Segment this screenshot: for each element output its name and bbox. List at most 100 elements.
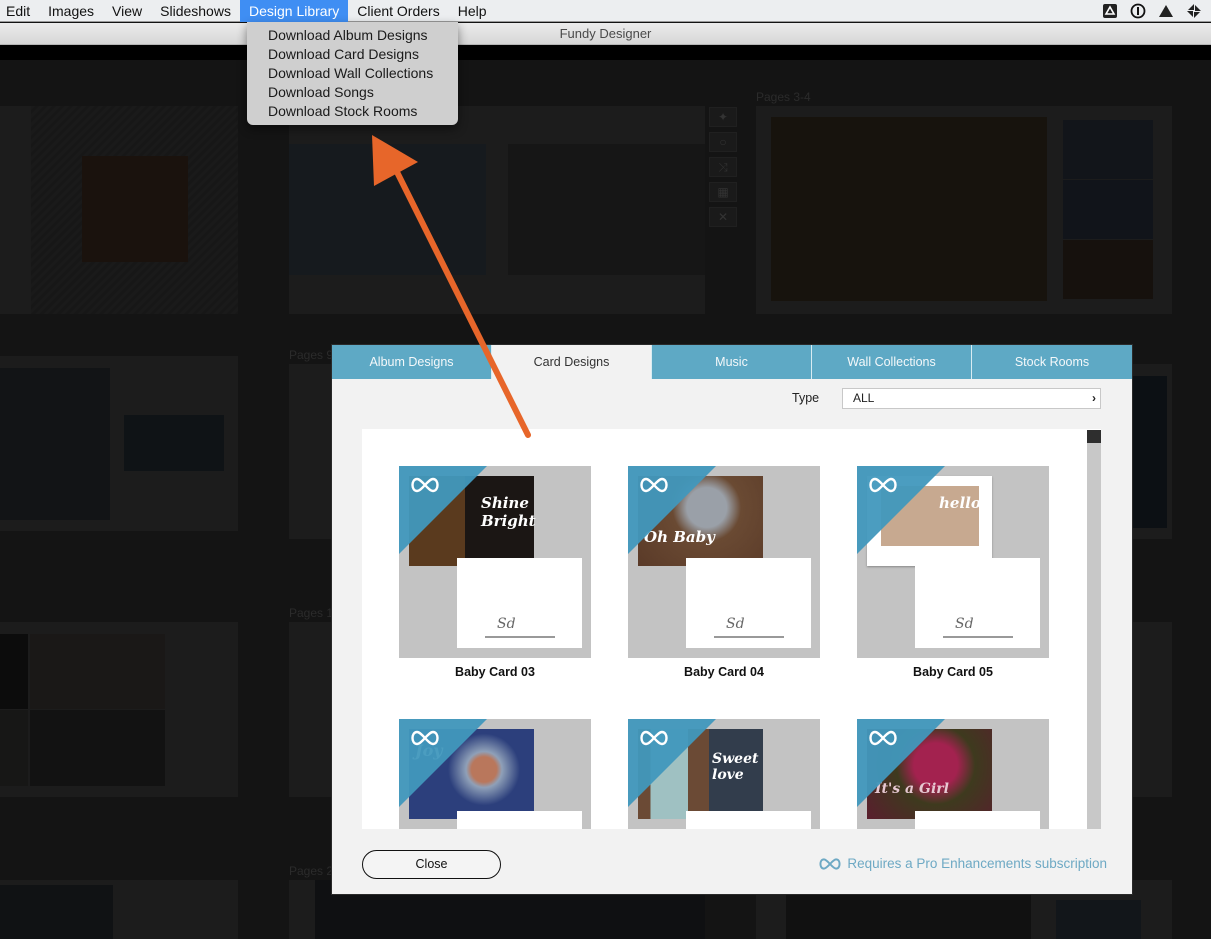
card-name: Baby Card 03	[455, 665, 535, 679]
menu-bar: Edit Images View Slideshows Design Libra…	[0, 0, 1211, 22]
menu-design-library[interactable]: Design Library	[239, 0, 349, 22]
menu-download-stock-rooms[interactable]: Download Stock Rooms	[247, 102, 458, 121]
menu-edit[interactable]: Edit	[0, 0, 39, 22]
card-thumbnail: Joy	[399, 719, 591, 829]
card-back-image	[686, 811, 811, 829]
window-title: Fundy Designer	[559, 26, 652, 41]
photo	[1056, 900, 1141, 939]
crosshair-icon[interactable]: ✦	[709, 107, 737, 127]
grid-icon[interactable]: ▦	[709, 182, 737, 202]
card-back-image: Sd	[457, 558, 582, 648]
photo	[30, 634, 165, 709]
pro-note-text: Requires a Pro Enhancements subscription	[847, 856, 1107, 871]
tab-music[interactable]: Music	[652, 345, 812, 379]
menu-download-songs[interactable]: Download Songs	[247, 83, 458, 102]
infinity-icon	[869, 477, 897, 493]
photo	[124, 415, 224, 471]
card-designs-grid[interactable]: Shine Bright Sd Baby Card 03 Oh Baby Sd …	[362, 429, 1101, 829]
type-label: Type	[792, 391, 820, 405]
card-back-image: Sd	[915, 558, 1040, 648]
infinity-icon	[411, 477, 439, 493]
photo	[0, 710, 28, 786]
chevron-right-icon: ›	[1092, 391, 1096, 405]
tab-bar: Album Designs Card Designs Music Wall Co…	[332, 345, 1132, 379]
page-label: Pages 1	[289, 606, 334, 620]
close-icon[interactable]: ✕	[709, 207, 737, 227]
spread-pages-3-4	[756, 106, 1172, 314]
photo	[30, 710, 165, 786]
photo	[771, 117, 1047, 301]
menu-slideshows[interactable]: Slideshows	[151, 0, 240, 22]
card-back-image	[457, 811, 582, 829]
rotate-icon[interactable]: ○	[709, 132, 737, 152]
page-label: Pages 2	[289, 864, 334, 878]
photo	[0, 634, 28, 709]
photo	[1132, 376, 1167, 528]
type-select-value: ALL	[853, 391, 875, 405]
toolbar-strip	[0, 45, 1211, 60]
card-item[interactable]: Oh Baby Sd Baby Card 04	[628, 466, 820, 679]
design-library-menu: Download Album Designs Download Card Des…	[247, 22, 458, 125]
card-item[interactable]: hello Sd Baby Card 05	[857, 466, 1049, 679]
spread-pages-1-2	[289, 106, 705, 314]
pinwheel-icon[interactable]	[1185, 2, 1203, 20]
photo	[1063, 180, 1153, 239]
spread-row2-left	[0, 356, 238, 531]
photo	[1063, 240, 1153, 299]
pro-subscription-note: Requires a Pro Enhancements subscription	[817, 856, 1107, 871]
page-label: Pages 3-4	[756, 90, 811, 104]
tab-wall-collections[interactable]: Wall Collections	[812, 345, 972, 379]
close-button[interactable]: Close	[362, 850, 501, 879]
spread-row3-left	[0, 622, 238, 797]
infinity-icon	[640, 477, 668, 493]
window-title-bar: Fundy Designer	[0, 23, 1211, 45]
photo	[508, 144, 705, 275]
photo-cover	[82, 156, 188, 262]
card-item[interactable]: Joy	[399, 719, 591, 829]
tab-stock-rooms[interactable]: Stock Rooms	[972, 345, 1132, 379]
photo	[1063, 120, 1153, 179]
spread-cover	[0, 106, 238, 314]
card-item[interactable]: Shine Bright Sd Baby Card 03	[399, 466, 591, 679]
menu-images[interactable]: Images	[39, 0, 103, 22]
spread-row2-right	[1132, 364, 1172, 539]
google-drive-icon[interactable]	[1101, 2, 1119, 20]
menu-help[interactable]: Help	[449, 0, 496, 22]
menu-download-card-designs[interactable]: Download Card Designs	[247, 45, 458, 64]
card-name: Baby Card 05	[913, 665, 993, 679]
tab-card-designs[interactable]: Card Designs	[492, 345, 652, 379]
spread-row4-left	[0, 880, 238, 939]
scrollbar-thumb[interactable]	[1087, 430, 1101, 443]
page-label: Pages 9	[289, 348, 334, 362]
card-name: Baby Card 04	[684, 665, 764, 679]
menu-view[interactable]: View	[103, 0, 151, 22]
card-item[interactable]: It's a Girl	[857, 719, 1049, 829]
card-thumbnail: Shine Bright Sd	[399, 466, 591, 658]
onepassword-icon[interactable]	[1129, 2, 1147, 20]
type-select[interactable]: ALL ›	[842, 388, 1101, 409]
infinity-icon	[869, 730, 897, 746]
tab-album-designs[interactable]: Album Designs	[332, 345, 492, 379]
card-item[interactable]: Sweet love	[628, 719, 820, 829]
infinity-icon	[411, 730, 439, 746]
card-script-text: hello	[939, 494, 981, 512]
card-thumbnail: Sweet love	[628, 719, 820, 829]
status-icons	[1101, 2, 1203, 20]
grid-scrollbar[interactable]	[1087, 430, 1101, 829]
photo	[0, 368, 110, 520]
menu-download-album-designs[interactable]: Download Album Designs	[247, 26, 458, 45]
card-thumbnail: It's a Girl	[857, 719, 1049, 829]
card-script-text: Sweet love	[712, 751, 759, 783]
card-thumbnail: hello Sd	[857, 466, 1049, 658]
photo	[289, 144, 486, 275]
menu-download-wall-collections[interactable]: Download Wall Collections	[247, 64, 458, 83]
infinity-icon	[640, 730, 668, 746]
warning-triangle-icon[interactable]	[1157, 2, 1175, 20]
photo	[0, 885, 113, 939]
card-back-image	[915, 811, 1040, 829]
infinity-icon	[819, 857, 841, 870]
card-script-text: Shine Bright	[481, 494, 536, 530]
spread-row3-right	[1132, 622, 1172, 797]
menu-client-orders[interactable]: Client Orders	[348, 0, 448, 22]
shuffle-icon[interactable]: ⤨	[709, 157, 737, 177]
